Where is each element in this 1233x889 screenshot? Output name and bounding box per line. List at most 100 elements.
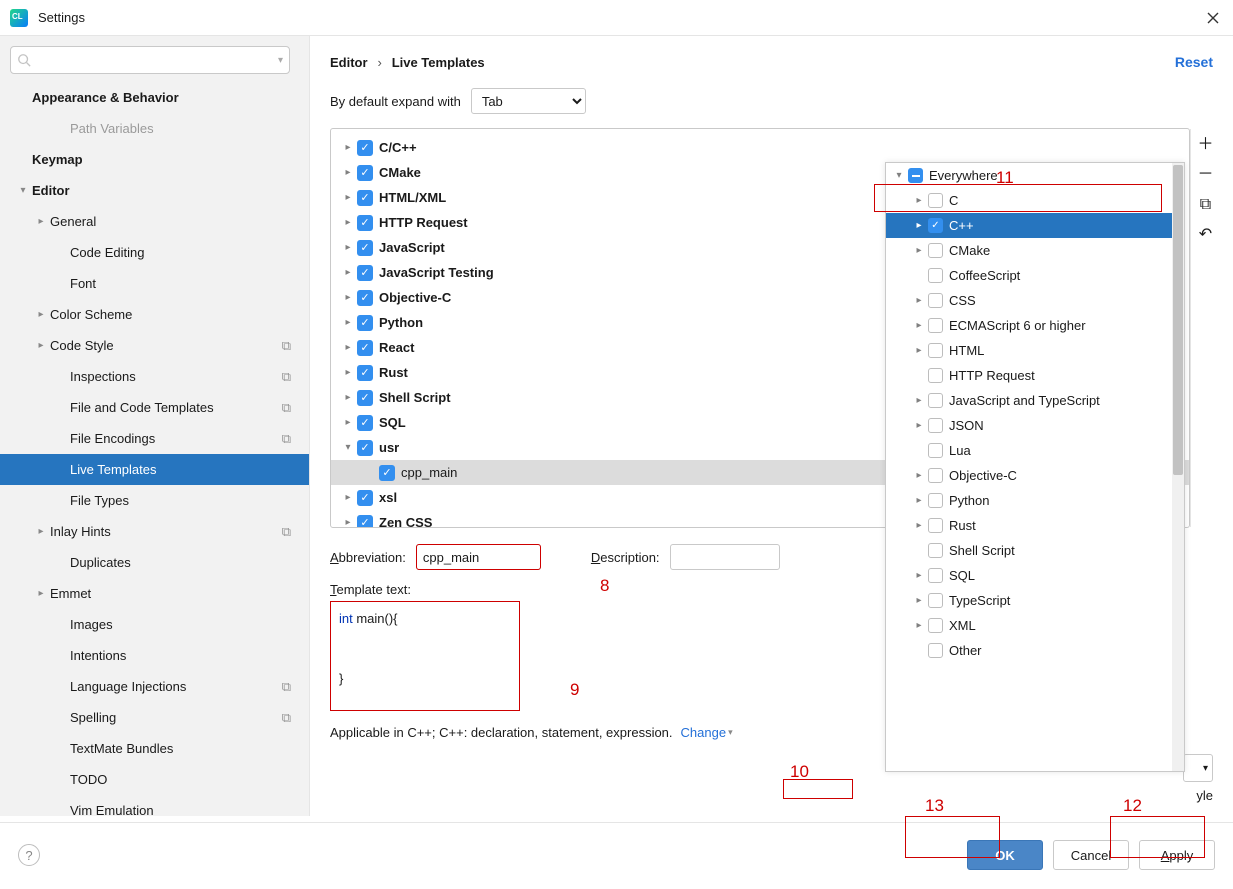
sidebar-item-color-scheme[interactable]: ▸Color Scheme bbox=[0, 299, 309, 330]
context-root[interactable]: ▾ Everywhere bbox=[886, 163, 1184, 188]
checkbox-icon[interactable] bbox=[928, 343, 943, 358]
sidebar-item-duplicates[interactable]: Duplicates bbox=[0, 547, 309, 578]
checkbox-icon[interactable] bbox=[357, 365, 373, 381]
sidebar-item-file-encodings[interactable]: File Encodings⧉ bbox=[0, 423, 309, 454]
help-button[interactable]: ? bbox=[18, 844, 40, 866]
sidebar-item-code-style[interactable]: ▸Code Style⧉ bbox=[0, 330, 309, 361]
sidebar-item-live-templates[interactable]: Live Templates bbox=[0, 454, 309, 485]
checkbox-icon[interactable] bbox=[357, 190, 373, 206]
expand-with-select[interactable]: Tab bbox=[471, 88, 586, 114]
context-item-sql[interactable]: ▸SQL bbox=[886, 563, 1184, 588]
sidebar-item-emmet[interactable]: ▸Emmet bbox=[0, 578, 309, 609]
settings-search[interactable]: ▾ bbox=[10, 46, 290, 74]
settings-search-input[interactable] bbox=[35, 53, 278, 68]
description-input[interactable] bbox=[670, 544, 780, 570]
checkbox-icon[interactable] bbox=[357, 240, 373, 256]
context-item-coffeescript[interactable]: CoffeeScript bbox=[886, 263, 1184, 288]
context-item-other[interactable]: Other bbox=[886, 638, 1184, 663]
context-item-html[interactable]: ▸HTML bbox=[886, 338, 1184, 363]
checkbox-icon[interactable] bbox=[928, 193, 943, 208]
copy-template-icon[interactable]: ⧉ bbox=[1200, 197, 1211, 213]
context-item-ecmascript-6-or-higher[interactable]: ▸ECMAScript 6 or higher bbox=[886, 313, 1184, 338]
checkbox-icon[interactable] bbox=[928, 393, 943, 408]
checkbox-icon[interactable] bbox=[928, 293, 943, 308]
checkbox-icon[interactable] bbox=[928, 618, 943, 633]
context-item-javascript-and-typescript[interactable]: ▸JavaScript and TypeScript bbox=[886, 388, 1184, 413]
context-item-c[interactable]: ▸C bbox=[886, 188, 1184, 213]
checkbox-icon[interactable] bbox=[928, 368, 943, 383]
checkbox-icon[interactable] bbox=[928, 243, 943, 258]
sidebar-item-language-injections[interactable]: Language Injections⧉ bbox=[0, 671, 309, 702]
sidebar-item-appearance-behavior[interactable]: Appearance & Behavior bbox=[0, 82, 309, 113]
sidebar-item-intentions[interactable]: Intentions bbox=[0, 640, 309, 671]
change-context-link[interactable]: Change bbox=[681, 725, 733, 740]
abbreviation-input[interactable] bbox=[416, 544, 541, 570]
sidebar-item-todo[interactable]: TODO bbox=[0, 764, 309, 795]
checkbox-icon[interactable] bbox=[928, 443, 943, 458]
context-scrollbar[interactable] bbox=[1172, 163, 1184, 771]
sidebar-item-path-variables[interactable]: Path Variables bbox=[0, 113, 309, 144]
context-item-css[interactable]: ▸CSS bbox=[886, 288, 1184, 313]
checkbox-icon[interactable] bbox=[928, 268, 943, 283]
sidebar-item-textmate-bundles[interactable]: TextMate Bundles bbox=[0, 733, 309, 764]
cancel-button[interactable]: Cancel bbox=[1053, 840, 1129, 870]
sidebar-item-font[interactable]: Font bbox=[0, 268, 309, 299]
sidebar-item-editor[interactable]: ▾Editor bbox=[0, 175, 309, 206]
checkbox-icon[interactable] bbox=[357, 265, 373, 281]
context-item-c-[interactable]: ▸C++ bbox=[886, 213, 1184, 238]
checkbox-icon[interactable] bbox=[928, 643, 943, 658]
sidebar-item-file-types[interactable]: File Types bbox=[0, 485, 309, 516]
sidebar-item-spelling[interactable]: Spelling⧉ bbox=[0, 702, 309, 733]
checkbox-icon[interactable] bbox=[928, 468, 943, 483]
context-item-xml[interactable]: ▸XML bbox=[886, 613, 1184, 638]
context-item-lua[interactable]: Lua bbox=[886, 438, 1184, 463]
checkbox-icon[interactable] bbox=[928, 318, 943, 333]
checkbox-icon[interactable] bbox=[928, 593, 943, 608]
checkbox-icon[interactable] bbox=[357, 515, 373, 528]
context-item-cmake[interactable]: ▸CMake bbox=[886, 238, 1184, 263]
context-item-rust[interactable]: ▸Rust bbox=[886, 513, 1184, 538]
sidebar-item-code-editing[interactable]: Code Editing bbox=[0, 237, 309, 268]
add-template-icon[interactable]: ＋ bbox=[1197, 137, 1213, 153]
sidebar-item-general[interactable]: ▸General bbox=[0, 206, 309, 237]
context-item-http-request[interactable]: HTTP Request bbox=[886, 363, 1184, 388]
checkbox-icon[interactable] bbox=[357, 490, 373, 506]
checkbox-icon[interactable] bbox=[357, 215, 373, 231]
sidebar-item-file-and-code-templates[interactable]: File and Code Templates⧉ bbox=[0, 392, 309, 423]
checkbox-icon[interactable] bbox=[928, 218, 943, 233]
template-group-c-c-[interactable]: ▸C/C++ bbox=[331, 135, 1189, 160]
context-item-python[interactable]: ▸Python bbox=[886, 488, 1184, 513]
sidebar-item-inlay-hints[interactable]: ▸Inlay Hints⧉ bbox=[0, 516, 309, 547]
checkbox-icon[interactable] bbox=[357, 415, 373, 431]
checkbox-icon[interactable] bbox=[357, 140, 373, 156]
checkbox-icon[interactable] bbox=[379, 465, 395, 481]
undo-icon[interactable]: ↶ bbox=[1199, 227, 1212, 243]
checkbox-icon[interactable] bbox=[928, 568, 943, 583]
checkbox-icon[interactable] bbox=[928, 543, 943, 558]
checkbox-icon[interactable] bbox=[928, 418, 943, 433]
checkbox-partial-icon[interactable] bbox=[908, 168, 923, 183]
context-item-typescript[interactable]: ▸TypeScript bbox=[886, 588, 1184, 613]
context-item-json[interactable]: ▸JSON bbox=[886, 413, 1184, 438]
checkbox-icon[interactable] bbox=[357, 315, 373, 331]
checkbox-icon[interactable] bbox=[928, 493, 943, 508]
checkbox-icon[interactable] bbox=[357, 165, 373, 181]
sidebar-item-keymap[interactable]: Keymap bbox=[0, 144, 309, 175]
scrollbar-thumb[interactable] bbox=[1173, 165, 1183, 475]
sidebar-item-vim-emulation[interactable]: Vim Emulation bbox=[0, 795, 309, 816]
checkbox-icon[interactable] bbox=[357, 390, 373, 406]
sidebar-item-inspections[interactable]: Inspections⧉ bbox=[0, 361, 309, 392]
template-text-editor[interactable]: int main(){ } bbox=[330, 601, 520, 711]
reset-link[interactable]: Reset bbox=[1175, 54, 1213, 70]
checkbox-icon[interactable] bbox=[357, 290, 373, 306]
remove-template-icon[interactable]: － bbox=[1197, 167, 1213, 183]
checkbox-icon[interactable] bbox=[928, 518, 943, 533]
close-button[interactable] bbox=[1203, 8, 1223, 28]
settings-tree[interactable]: Appearance & BehaviorPath VariablesKeyma… bbox=[0, 82, 309, 816]
sidebar-item-images[interactable]: Images bbox=[0, 609, 309, 640]
apply-button[interactable]: Apply bbox=[1139, 840, 1215, 870]
checkbox-icon[interactable] bbox=[357, 440, 373, 456]
context-item-objective-c[interactable]: ▸Objective-C bbox=[886, 463, 1184, 488]
style-combo-partial[interactable]: ▾ bbox=[1183, 754, 1213, 782]
context-item-shell-script[interactable]: Shell Script bbox=[886, 538, 1184, 563]
